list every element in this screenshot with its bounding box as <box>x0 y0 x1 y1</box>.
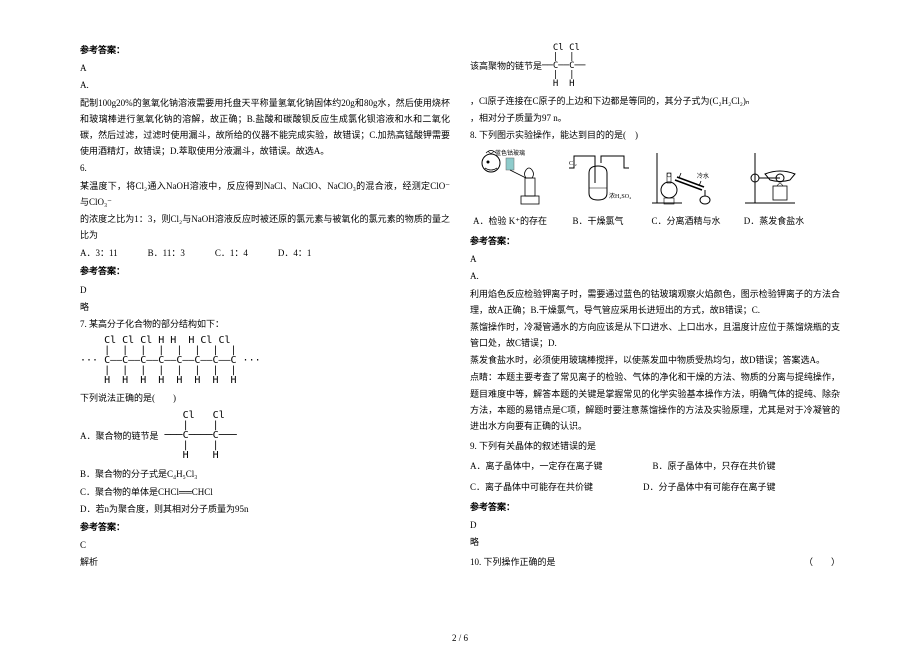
expl8-3: 蒸发食盐水时，必须使用玻璃棒搅拌，以使蒸发皿中物质受热均匀，故D错误；答案选A。 <box>470 352 840 368</box>
answer-9-note: 略 <box>470 534 840 550</box>
q10-paren: （ ） <box>804 554 840 570</box>
r-line2: ，相对分子质量为97 n。 <box>470 110 840 126</box>
q9-stem: 9. 下列有关晶体的叙述错误的是 <box>470 438 840 454</box>
answer-8: A <box>470 251 840 267</box>
expl8-1: 利用焰色反应检验钾离子时，需要通过蓝色的钴玻璃观察火焰颜色，图示检验钾离子的方法… <box>470 286 840 318</box>
q10-stem: 10. 下列操作正确的是 <box>470 554 556 570</box>
answer-heading-6: 参考答案： <box>80 263 450 279</box>
r-line1a: 该高聚物的链节是 <box>470 58 542 74</box>
answer-heading-8: 参考答案： <box>470 233 840 249</box>
right-structure: Cl Cl | | ──C──C── | | H H <box>542 44 592 89</box>
answer-8b: A. <box>470 268 840 284</box>
q6-opt-d: D．4：1 <box>278 245 312 261</box>
q9-d: D．分子晶体中有可能存在离子键 <box>643 479 776 495</box>
exp-d: D．蒸发食盐水 <box>734 148 814 229</box>
q9-a: A．离子晶体中，一定存在离子键 <box>470 458 603 474</box>
right-top-line: 该高聚物的链节是 Cl Cl | | ──C──C── | | H H ，Cl原… <box>470 40 840 109</box>
q5-explanation: 配制100g20%的氢氧化钠溶液需要用托盘天平称量氢氧化钠固体约20g和80g水… <box>80 95 450 160</box>
exp-b-label: B．干燥氯气 <box>558 213 638 229</box>
q6-text1: 某温度下，将Cl₂通入NaOH溶液中，反应得到NaCl、NaClO、NaClO₃… <box>80 178 450 210</box>
svg-text:Cl₂: Cl₂ <box>569 161 577 167</box>
expl8-2: 蒸馏操作时，冷凝管通水的方向应该是从下口进水、上口出水，且温度计应位于蒸馏烧瓶的… <box>470 319 840 351</box>
q6-options: A．3：11 B．11：3 C．1：4 D．4：1 <box>80 245 450 261</box>
q8-stem: 8. 下列图示实验操作，能达到目的的是( ) <box>470 127 840 143</box>
q10-row: 10. 下列操作正确的是 （ ） <box>470 554 840 570</box>
distillation-icon: 冷水 <box>647 148 725 208</box>
answer-6: D <box>80 282 450 298</box>
page-number: 2 / 6 <box>452 633 468 643</box>
exp-c-label: C．分离酒精与水 <box>646 213 726 229</box>
q7-ask: 下列说法正确的是( ) <box>80 390 450 406</box>
answer-heading: 参考答案： <box>80 42 450 58</box>
answer-5: A <box>80 60 450 76</box>
answer-5b: A. <box>80 77 450 93</box>
answer-9: D <box>470 517 840 533</box>
answer-7-note: 解析 <box>80 554 450 570</box>
answer-6-note: 略 <box>80 299 450 315</box>
q9-c: C．离子晶体中可能存在共价键 <box>470 479 593 495</box>
q6-opt-a: A．3：11 <box>80 245 118 261</box>
exp-b: Cl₂ 浓H₂SO₄ B．干燥氯气 <box>558 148 638 229</box>
exp-d-label: D．蒸发食盐水 <box>734 213 814 229</box>
q9-row1: A．离子晶体中，一定存在离子键 B．原子晶体中，只存在共价键 <box>470 458 840 474</box>
flame-test-icon: 蓝色钴玻璃 <box>471 148 549 208</box>
answer-heading-7: 参考答案： <box>80 519 450 535</box>
exp-c: 冷水 C．分离酒精与水 <box>646 148 726 229</box>
q6-opt-c: C．1：4 <box>215 245 248 261</box>
expl8-4: 点睛：本题主要考查了常见离子的检验、气体的净化和干燥的方法、物质的分离与提纯操作… <box>470 369 840 434</box>
q7-opt-c: C．聚合物的单体是CHCl══CHCl <box>80 484 450 500</box>
q7-opt-b: B．聚合物的分子式是C₄H₅Cl₃ <box>80 466 450 482</box>
svg-text:冷水: 冷水 <box>697 172 709 180</box>
q7-opt-a: A．聚合物的链节是 <box>80 428 159 444</box>
right-column: 该高聚物的链节是 Cl Cl | | ──C──C── | | H H ，Cl原… <box>470 40 860 631</box>
experiment-figures: 蓝色钴玻璃 A．检验 K⁺的存在 Cl₂ 浓H₂SO₄ B．干燥氯气 <box>470 148 840 229</box>
q7-opt-a-row: A．聚合物的链节是 Cl Cl | | ───C────C─── | | H H <box>80 407 450 465</box>
q9-row2: C．离子晶体中可能存在共价键 D．分子晶体中有可能存在离子键 <box>470 479 840 495</box>
exp-a-label: A．检验 K⁺的存在 <box>470 213 550 229</box>
answer-heading-9: 参考答案： <box>470 499 840 515</box>
q6-text2: 的浓度之比为1：3，则Cl₂与NaOH溶液反应时被还原的氯元素与被氧化的氯元素的… <box>80 211 450 243</box>
r-line1b: ，Cl原子连接在C原子的上边和下边都是等同的，其分子式为(C₂H₂Cl₂)ₙ <box>470 93 750 109</box>
q7-opt-d: D．若n为聚合度，则其相对分子质量为95n <box>80 501 450 517</box>
svg-text:蓝色钴玻璃: 蓝色钴玻璃 <box>495 149 525 157</box>
answer-7: C <box>80 537 450 553</box>
q7-stem: 7. 某高分子化合物的部分结构如下： <box>80 316 450 332</box>
q9-b: B．原子晶体中，只存在共价键 <box>653 458 776 474</box>
q6-number: 6. <box>80 160 450 176</box>
dry-gas-icon: Cl₂ 浓H₂SO₄ <box>559 148 637 208</box>
q7-structure: Cl Cl Cl H H H Cl Cl | | | | | | | | ···… <box>80 336 450 386</box>
left-column: 参考答案： A A. 配制100g20%的氢氧化钠溶液需要用托盘天平称量氢氧化钠… <box>80 40 470 631</box>
evaporation-icon <box>735 148 813 208</box>
q7-small-structure: Cl Cl | | ───C────C─── | | H H <box>159 411 239 461</box>
svg-text:浓H₂SO₄: 浓H₂SO₄ <box>609 192 631 200</box>
q6-opt-b: B．11：3 <box>148 245 185 261</box>
exp-a: 蓝色钴玻璃 A．检验 K⁺的存在 <box>470 148 550 229</box>
